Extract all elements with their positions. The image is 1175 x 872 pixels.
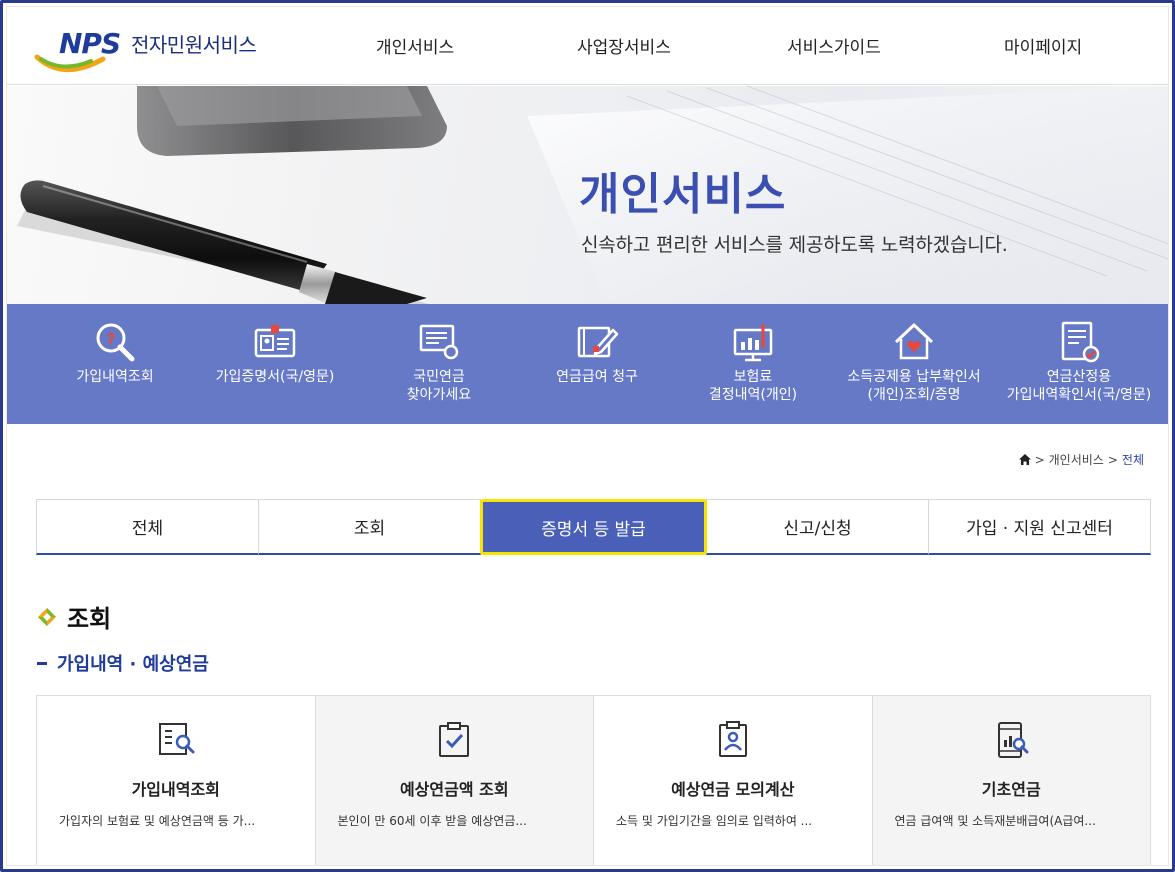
- quick-label: 국민연금: [413, 369, 465, 385]
- svg-text:?: ?: [107, 330, 116, 348]
- document-pen-icon: [577, 326, 619, 358]
- section-title-text: 조회: [67, 605, 112, 633]
- section-subtitle: 가입내역 · 예상연금: [37, 650, 209, 676]
- clipboard-person-icon: [718, 721, 747, 757]
- quick-label: (개인)조회/증명: [867, 387, 961, 403]
- tab-certificate-issue[interactable]: 증명서 등 발급: [480, 499, 707, 555]
- list-search-icon: [158, 723, 195, 755]
- hero-banner: 개인서비스 신속하고 편리한 서비스를 제공하도록 노력하겠습니다.: [7, 86, 1168, 304]
- id-card-icon: [254, 325, 296, 358]
- quick-label: 연금급여 청구: [556, 369, 638, 385]
- quick-item-join-history[interactable]: ? 가입내역조회: [35, 320, 195, 386]
- service-cards: 가입내역조회 가입자의 보험료 및 예상연금액 등 가... 예상연금액 조회 …: [36, 695, 1151, 865]
- quick-item-find-pension[interactable]: 국민연금 찾아가세요: [359, 320, 519, 404]
- phone-chart-icon: [998, 722, 1029, 758]
- dash-bullet-icon: [37, 661, 47, 665]
- quick-label: 결정내역(개인): [708, 387, 798, 403]
- card-join-history[interactable]: 가입내역조회 가입자의 보험료 및 예상연금액 등 가...: [36, 695, 316, 865]
- quick-label: 보험료: [733, 369, 773, 385]
- breadcrumb-current: 전체: [1121, 453, 1144, 467]
- global-nav: 개인서비스 사업장서비스 서비스가이드 마이페이지: [7, 33, 1168, 63]
- tab-all[interactable]: 전체: [36, 499, 259, 555]
- card-expected-pension[interactable]: 예상연금액 조회 본인이 만 60세 이후 받을 예상연금...: [314, 695, 594, 865]
- card-description: 소득 및 가입기간을 임의로 입력하여 ...: [616, 814, 813, 828]
- breadcrumb-level1[interactable]: 개인서비스: [1049, 451, 1104, 468]
- card-basic-pension[interactable]: 기초연금 연금 급여액 및 소득재분배급여(A급여...: [871, 695, 1151, 865]
- quick-label: 찾아가세요: [406, 387, 472, 403]
- section-title: 조회: [37, 599, 111, 634]
- tab-report-apply[interactable]: 신고/신청: [706, 499, 929, 555]
- card-title: 예상연금 모의계산: [671, 780, 795, 799]
- chevron-right-icon: >: [1034, 452, 1045, 467]
- quick-item-tax-deduction[interactable]: 소득공제용 납부확인서 (개인)조회/증명: [829, 320, 999, 404]
- category-tabs: 전체 조회 증명서 등 발급 신고/신청 가입 · 지원 신고센터: [36, 499, 1151, 555]
- hero-title: 개인서비스: [579, 169, 787, 220]
- nav-business-service[interactable]: 사업장서비스: [577, 33, 671, 58]
- house-heart-icon: [894, 323, 934, 360]
- browser-frame: NPS 전자민원서비스 개인서비스 사업장서비스 서비스가이드 마이페이지 개인…: [0, 0, 1175, 872]
- site-header: NPS 전자민원서비스 개인서비스 사업장서비스 서비스가이드 마이페이지: [7, 7, 1168, 85]
- monitor-search-icon: [419, 324, 459, 360]
- card-description: 가입자의 보험료 및 예상연금액 등 가...: [59, 814, 256, 828]
- hero-subtitle: 신속하고 편리한 서비스를 제공하도록 노력하겠습니다.: [581, 234, 1008, 256]
- document-check-icon: [1061, 321, 1100, 363]
- tab-join-support-center[interactable]: 가입 · 지원 신고센터: [928, 499, 1151, 555]
- tab-inquiry[interactable]: 조회: [258, 499, 481, 555]
- nav-my-page[interactable]: 마이페이지: [1004, 33, 1082, 58]
- quick-label: 가입증명서(국/영문): [215, 369, 335, 385]
- quick-label: 연금산정용: [1046, 369, 1112, 385]
- chevron-right-icon: >: [1107, 452, 1118, 467]
- page: NPS 전자민원서비스 개인서비스 사업장서비스 서비스가이드 마이페이지 개인…: [6, 6, 1169, 866]
- card-title: 예상연금액 조회: [399, 780, 509, 799]
- clipboard-check-icon: [439, 722, 470, 757]
- chart-monitor-icon: [733, 324, 773, 362]
- nav-personal-service[interactable]: 개인서비스: [376, 33, 454, 58]
- nav-service-guide[interactable]: 서비스가이드: [787, 33, 881, 58]
- quick-item-pension-calc-certificate[interactable]: 연금산정용 가입내역확인서(국/영문): [989, 320, 1168, 404]
- card-title: 기초연금: [981, 780, 1041, 799]
- breadcrumb: > 개인서비스 > 전체: [1018, 451, 1144, 468]
- quick-item-pension-claim[interactable]: 연금급여 청구: [517, 320, 677, 386]
- quick-item-premium-decision[interactable]: 보험료 결정내역(개인): [673, 320, 833, 404]
- quick-label: 가입내역확인서(국/영문): [1006, 387, 1152, 403]
- diamond-bullet-icon: [38, 607, 56, 626]
- card-pension-simulation[interactable]: 예상연금 모의계산 소득 및 가입기간을 임의로 입력하여 ...: [593, 695, 873, 865]
- search-question-icon: ?: [96, 323, 135, 362]
- quick-menu: ? 가입내역조회 가입증명서(국/영문) 국민연금 찾아가세요 연금급여 청구 …: [7, 304, 1168, 424]
- card-description: 연금 급여액 및 소득재분배급여(A급여...: [894, 814, 1096, 828]
- quick-label: 가입내역조회: [76, 369, 154, 385]
- section-subtitle-text: 가입내역 · 예상연금: [57, 654, 209, 675]
- quick-label: 소득공제용 납부확인서: [847, 369, 981, 385]
- quick-item-join-certificate[interactable]: 가입증명서(국/영문): [195, 320, 355, 386]
- card-description: 본인이 만 60세 이후 받을 예상연금...: [337, 814, 527, 828]
- home-icon[interactable]: [1018, 454, 1031, 465]
- card-title: 가입내역조회: [131, 780, 220, 799]
